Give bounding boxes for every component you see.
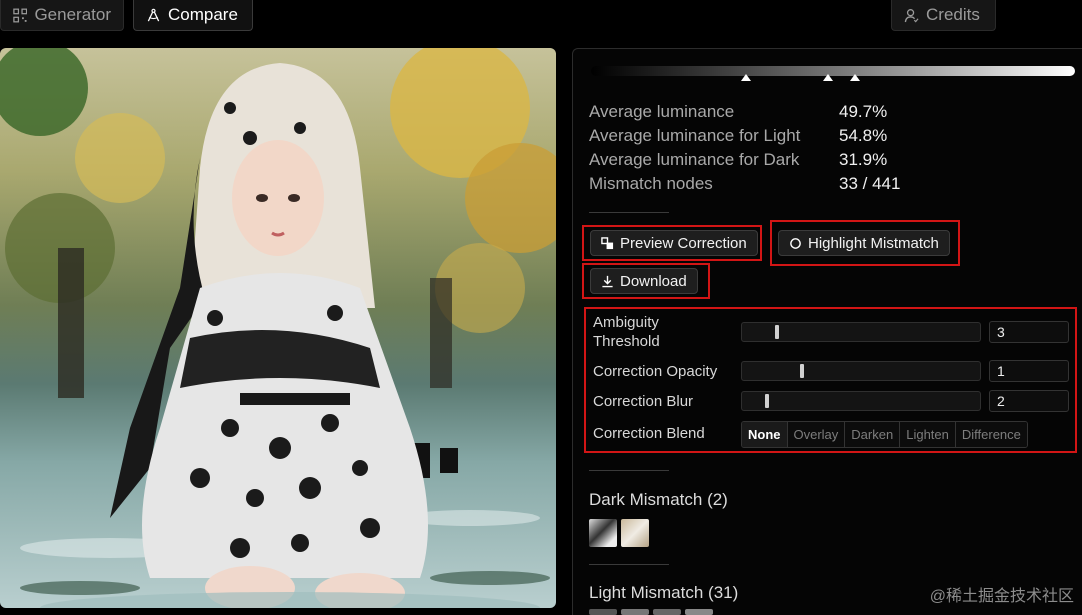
highlight-mismatch-label: Highlight Mistmatch (808, 234, 939, 252)
divider (589, 470, 669, 471)
avg-luminance-dark-label: Average luminance for Dark (589, 150, 800, 169)
qr-code-icon (13, 8, 28, 22)
blend-option-none[interactable]: None (742, 422, 788, 447)
tab-compare[interactable]: Compare (133, 0, 253, 31)
ambiguity-threshold-slider[interactable] (741, 322, 981, 342)
credits-label: Credits (926, 5, 980, 24)
light-mismatch-thumbnail[interactable] (653, 609, 681, 615)
divider (589, 212, 669, 213)
mismatch-nodes-value: 33 / 441 (839, 174, 901, 193)
correction-opacity-label: Correction Opacity (593, 363, 718, 380)
light-mismatch-thumbnail[interactable] (589, 609, 617, 615)
slider-thumb[interactable] (765, 394, 769, 408)
user-icon (904, 8, 919, 22)
download-button[interactable]: Download (590, 268, 698, 294)
circle-icon (790, 237, 801, 249)
dark-mismatch-thumbnail[interactable] (621, 519, 649, 547)
dark-mismatch-thumbnail[interactable] (589, 519, 617, 547)
tab-compare-label: Compare (168, 5, 238, 24)
luminance-marker-dark (740, 74, 751, 81)
luminance-marker-light (849, 74, 860, 81)
slider-thumb[interactable] (775, 325, 779, 339)
preview-illustration (0, 48, 556, 608)
download-label: Download (620, 272, 687, 290)
tab-generator-label: Generator (34, 5, 111, 24)
blend-option-difference[interactable]: Difference (955, 422, 1027, 447)
qr-art-preview-image (0, 48, 556, 608)
correction-blur-label: Correction Blur (593, 393, 694, 410)
correction-blend-label: Correction Blend (593, 425, 705, 442)
mismatch-nodes-label: Mismatch nodes (589, 174, 713, 193)
correction-opacity-input[interactable]: 1 (989, 360, 1069, 382)
light-mismatch-thumbnail[interactable] (685, 609, 713, 615)
luminance-marker-average (823, 74, 834, 81)
ambiguity-threshold-input[interactable]: 3 (989, 321, 1069, 343)
avg-luminance-value: 49.7% (839, 102, 888, 121)
blend-option-lighten[interactable]: Lighten (900, 422, 956, 447)
light-mismatch-thumbnail[interactable] (621, 609, 649, 615)
avg-luminance-light-value: 54.8% (839, 126, 888, 145)
blend-option-darken[interactable]: Darken (845, 422, 901, 447)
avg-luminance-light-label: Average luminance for Light (589, 126, 801, 145)
slider-thumb[interactable] (800, 364, 804, 378)
avg-luminance-dark-value: 31.9% (839, 150, 888, 169)
compass-icon (147, 8, 160, 21)
divider (589, 564, 669, 565)
download-icon (602, 275, 613, 287)
watermark-text: @稀土掘金技术社区 (929, 588, 1074, 605)
correction-opacity-slider[interactable] (741, 361, 981, 381)
preview-correction-button[interactable]: Preview Correction (590, 230, 758, 256)
correction-blend-segmented: None Overlay Darken Lighten Difference (741, 421, 1028, 448)
analysis-panel: Average luminance 49.7% Average luminanc… (572, 48, 1082, 615)
tab-generator[interactable]: Generator (0, 0, 124, 31)
dark-mismatch-title: Dark Mismatch (2) (589, 490, 728, 509)
light-mismatch-title: Light Mismatch (31) (589, 583, 739, 602)
ambiguity-threshold-label: Ambiguity Threshold (593, 314, 660, 350)
correction-blur-slider[interactable] (741, 391, 981, 411)
preview-correction-label: Preview Correction (620, 234, 747, 252)
highlight-mismatch-button[interactable]: Highlight Mistmatch (778, 230, 950, 256)
avg-luminance-label: Average luminance (589, 102, 735, 121)
swap-icon (601, 236, 614, 249)
blend-option-overlay[interactable]: Overlay (787, 422, 846, 447)
correction-blur-input[interactable]: 2 (989, 390, 1069, 412)
credits-button[interactable]: Credits (891, 0, 996, 31)
